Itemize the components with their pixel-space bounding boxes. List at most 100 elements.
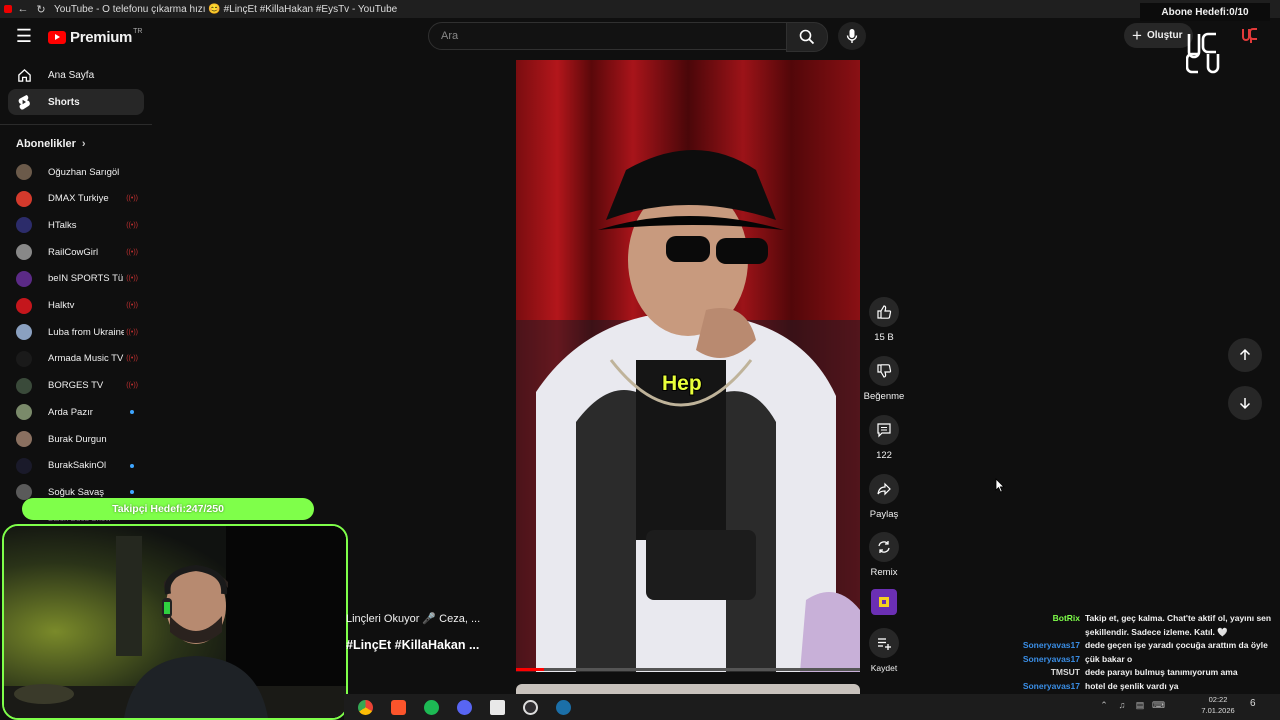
chat-message: BotRix Takip et, geç kalma. Chat'te aktif…	[1014, 612, 1276, 639]
channel-avatar	[16, 431, 32, 447]
taskbar-files[interactable]	[485, 695, 509, 719]
comment-icon	[869, 415, 899, 445]
live-indicator-icon: ((•))	[126, 275, 138, 283]
subscriptions-header[interactable]: Abonelikler ›	[16, 138, 86, 150]
reload-icon[interactable]: ↻	[34, 3, 48, 16]
youtube-premium-logo[interactable]: Premium TR	[48, 26, 142, 48]
chat-message: Soneryavas17 çük bakar o	[1014, 653, 1276, 667]
logo-country-code: TR	[133, 27, 143, 35]
channel-name: Burak Durgun	[48, 433, 107, 445]
sidebar-subscription-item[interactable]: beIN SPORTS Tü... ((•))	[16, 268, 138, 290]
comment-count: 122	[876, 450, 892, 461]
notification-center-button[interactable]: 6	[1250, 698, 1256, 709]
taskbar-obs[interactable]	[518, 695, 542, 719]
video-caption: Hep	[662, 372, 702, 396]
live-indicator-icon: ((•))	[126, 248, 138, 256]
channel-avatar	[16, 324, 32, 341]
remix-button[interactable]: Remix	[862, 532, 906, 578]
sidebar-subscription-item[interactable]: DMAX Turkiye ((•))	[16, 188, 138, 210]
sidebar-subscription-item[interactable]: Armada Music TV ((•))	[16, 348, 138, 370]
like-button[interactable]: 15 B	[862, 297, 906, 343]
search-input[interactable]	[429, 23, 783, 49]
taskbar-discord[interactable]	[452, 695, 476, 719]
system-clock[interactable]: 02:22 7.01.2026	[1198, 694, 1238, 716]
next-short-preview[interactable]	[516, 684, 860, 694]
arrow-up-icon	[1239, 348, 1251, 360]
sidebar-subscription-item[interactable]: Oğuzhan Sarıgöl	[16, 161, 138, 183]
sidebar-subscription-item[interactable]: Arda Pazır	[16, 401, 138, 423]
comments-button[interactable]: 122	[862, 415, 906, 461]
save-label: Kaydet	[870, 663, 898, 673]
next-short-button[interactable]	[1228, 386, 1262, 420]
channel-watermark-logo	[1186, 32, 1220, 74]
sidebar-subscription-item[interactable]: BurakSakinOl	[16, 455, 138, 477]
video-frame	[516, 60, 860, 672]
share-button[interactable]: Paylaş	[862, 474, 906, 520]
channel-avatar	[16, 350, 32, 367]
channel-name: BurakSakinOl	[48, 460, 107, 472]
back-arrow-icon[interactable]: ←	[16, 3, 30, 15]
sidebar-subscription-item[interactable]: Halktv ((•))	[16, 295, 138, 317]
live-indicator-icon: ((•))	[126, 328, 138, 336]
sidebar-item-home[interactable]: Ana Sayfa	[8, 62, 144, 88]
shorts-video-player[interactable]	[516, 60, 860, 672]
spotify-icon	[423, 699, 439, 715]
live-indicator-icon: ((•))	[126, 195, 138, 203]
caption-word: Hep	[662, 372, 702, 395]
sidebar-subscription-item[interactable]: Luba from Ukraine ((•))	[16, 321, 138, 343]
account-avatar[interactable]	[1240, 26, 1260, 46]
channel-name: Arda Pazır	[48, 406, 93, 418]
channel-avatar	[16, 164, 32, 180]
search-box	[428, 22, 787, 50]
channel-name: DMAX Turkiye	[48, 193, 109, 205]
logo-text: Premium	[70, 28, 133, 46]
speaker-icon[interactable]: ♫	[1116, 699, 1128, 711]
webcam-image	[4, 526, 346, 718]
follower-goal-overlay: Takipçi Hedefi:247/250	[22, 498, 314, 520]
taskbar-chrome[interactable]	[353, 695, 377, 719]
remix-icon	[869, 532, 899, 562]
channel-name: Oğuzhan Sarıgöl	[48, 166, 120, 178]
save-to-playlist-icon	[869, 628, 899, 658]
previous-short-button[interactable]	[1228, 338, 1262, 372]
create-button[interactable]: + Oluştur	[1124, 23, 1193, 48]
like-icon	[869, 297, 899, 327]
chevron-up-icon[interactable]: ⌃	[1098, 699, 1110, 711]
stream-title-overlay: Linçleri Okuyor 🎤 Ceza, ... #LinçEt #Kil…	[346, 612, 480, 652]
chevron-right-icon: ›	[81, 138, 86, 150]
sidebar-subscription-item[interactable]: HTalks ((•))	[16, 214, 138, 236]
video-progress-fill	[516, 668, 544, 671]
sidebar-subscription-item[interactable]: BORGES TV ((•))	[16, 375, 138, 397]
system-tray: ⌃ ♫ ▤ ⌨	[1098, 699, 1170, 711]
chat-username: Soneryavas17	[1022, 680, 1080, 691]
channel-avatar	[16, 297, 32, 314]
network-icon[interactable]: ▤	[1134, 699, 1146, 711]
notification-count: 6	[1250, 698, 1256, 709]
channel-avatar	[16, 404, 32, 421]
file-icon	[489, 699, 505, 715]
chat-username: BotRix	[1052, 613, 1080, 623]
search-button[interactable]	[786, 22, 828, 52]
dislike-button[interactable]: Beğenme	[862, 356, 906, 402]
voice-search-button[interactable]	[838, 22, 866, 50]
taskbar-steam[interactable]	[551, 695, 575, 719]
sound-thumbnail[interactable]	[871, 589, 897, 615]
streamer-webcam	[2, 524, 348, 720]
keyboard-icon[interactable]: ⌨	[1152, 699, 1165, 711]
sidebar-item-label: Shorts	[48, 96, 80, 108]
channel-avatar	[16, 457, 32, 474]
taskbar-spotify[interactable]	[419, 695, 443, 719]
hamburger-menu-icon[interactable]: ☰	[10, 26, 38, 46]
sidebar-subscription-item[interactable]: Burak Durgun	[16, 428, 138, 450]
new-content-dot-icon	[130, 463, 134, 468]
save-button[interactable]: Kaydet	[862, 628, 906, 673]
channel-name: Armada Music TV	[48, 353, 124, 365]
sidebar-item-shorts[interactable]: Shorts	[8, 89, 144, 115]
channel-name: Halktv	[48, 300, 75, 311]
sidebar-subscription-item[interactable]: RailCowGirl ((•))	[16, 241, 138, 263]
taskbar-brave[interactable]	[386, 695, 410, 719]
chat-username: TMSUT	[1050, 667, 1080, 677]
dislike-icon	[869, 356, 899, 386]
chrome-icon	[357, 699, 373, 715]
video-progress-track[interactable]	[516, 668, 860, 671]
